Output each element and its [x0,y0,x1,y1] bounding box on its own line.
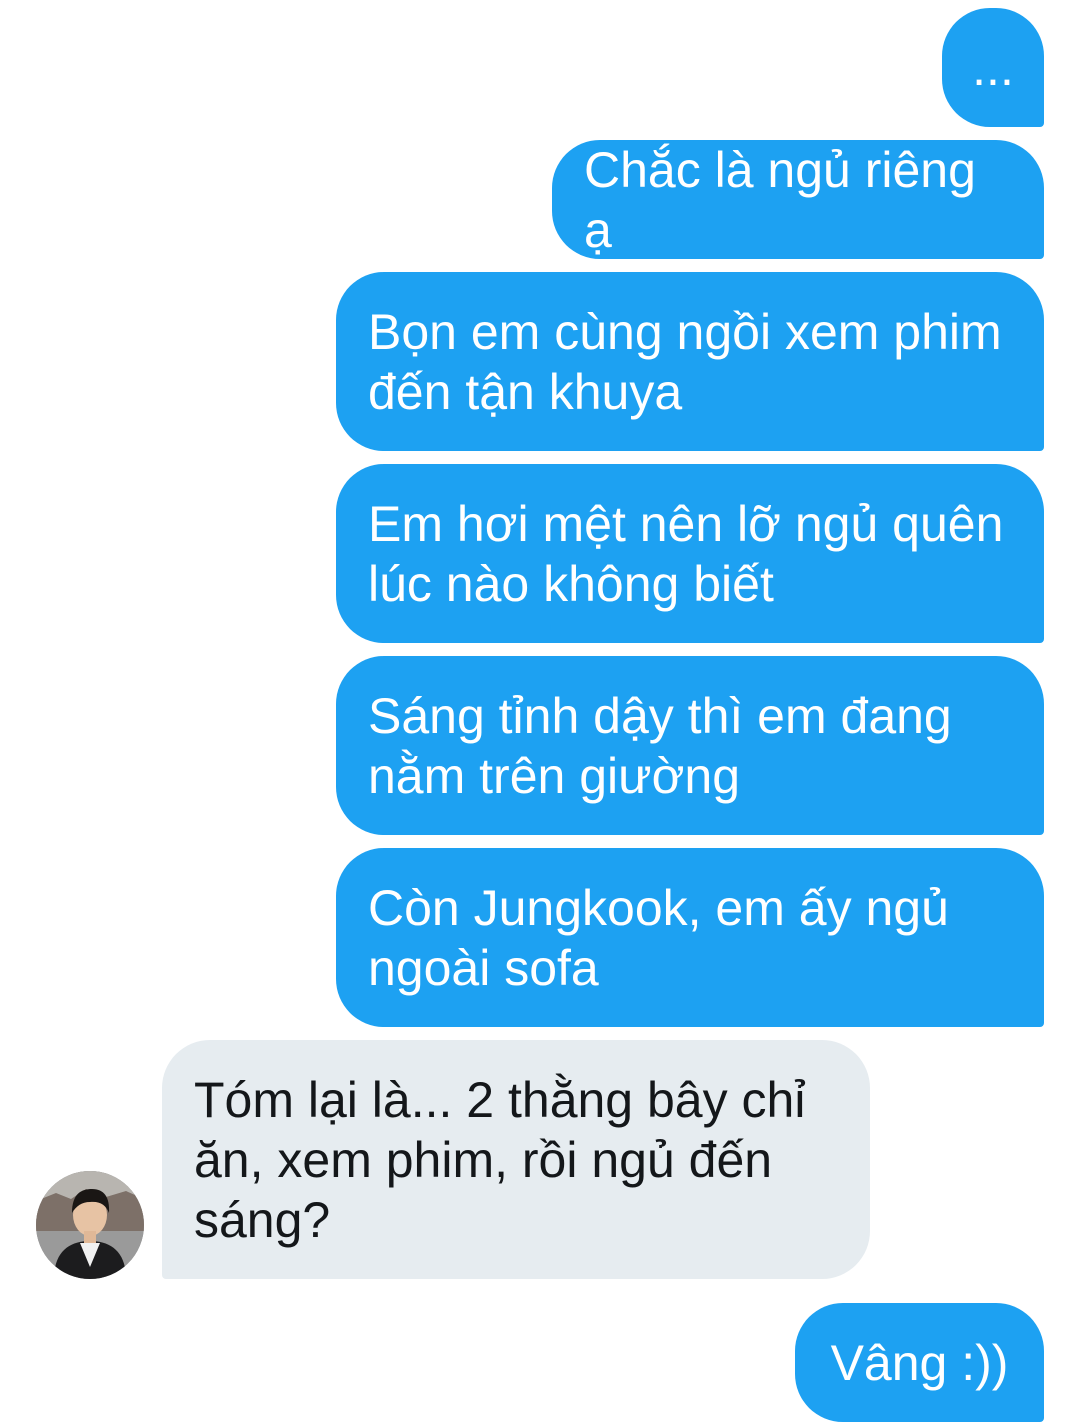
message-bubble-sent[interactable]: Còn Jungkook, em ấy ngủ ngoài sofa [336,848,1044,1027]
message-bubble-sent[interactable]: Chắc là ngủ riêng ạ [552,140,1044,259]
message-bubble-sent[interactable]: Em hơi mệt nên lỡ ngủ quên lúc nào không… [336,464,1044,643]
message-text: Em hơi mệt nên lỡ ngủ quên lúc nào không… [368,495,1004,612]
message-bubble-sent[interactable]: Sáng tỉnh dậy thì em đang nằm trên giườn… [336,656,1044,835]
message-text: Bọn em cùng ngồi xem phim đến tận khuya [368,303,1002,420]
message-bubble-sent[interactable]: ... [942,8,1044,127]
chat-thread: ... Chắc là ngủ riêng ạ Bọn em cùng ngồi… [0,0,1080,1427]
message-bubble-sent[interactable]: Bọn em cùng ngồi xem phim đến tận khuya [336,272,1044,451]
message-text: Chắc là ngủ riêng ạ [584,141,976,258]
user-avatar-photo-icon [36,1171,144,1279]
message-text: Sáng tỉnh dậy thì em đang nằm trên giườn… [368,687,952,804]
message-text: ... [972,39,1014,96]
message-bubble-sent[interactable]: Vâng :)) [795,1303,1044,1422]
message-text: Còn Jungkook, em ấy ngủ ngoài sofa [368,879,949,996]
message-text: Tóm lại là... 2 thằng bây chỉ ăn, xem ph… [194,1071,806,1248]
message-bubble-received[interactable]: Tóm lại là... 2 thằng bây chỉ ăn, xem ph… [162,1040,870,1279]
message-text: Vâng :)) [830,1334,1009,1391]
avatar[interactable] [36,1171,144,1279]
